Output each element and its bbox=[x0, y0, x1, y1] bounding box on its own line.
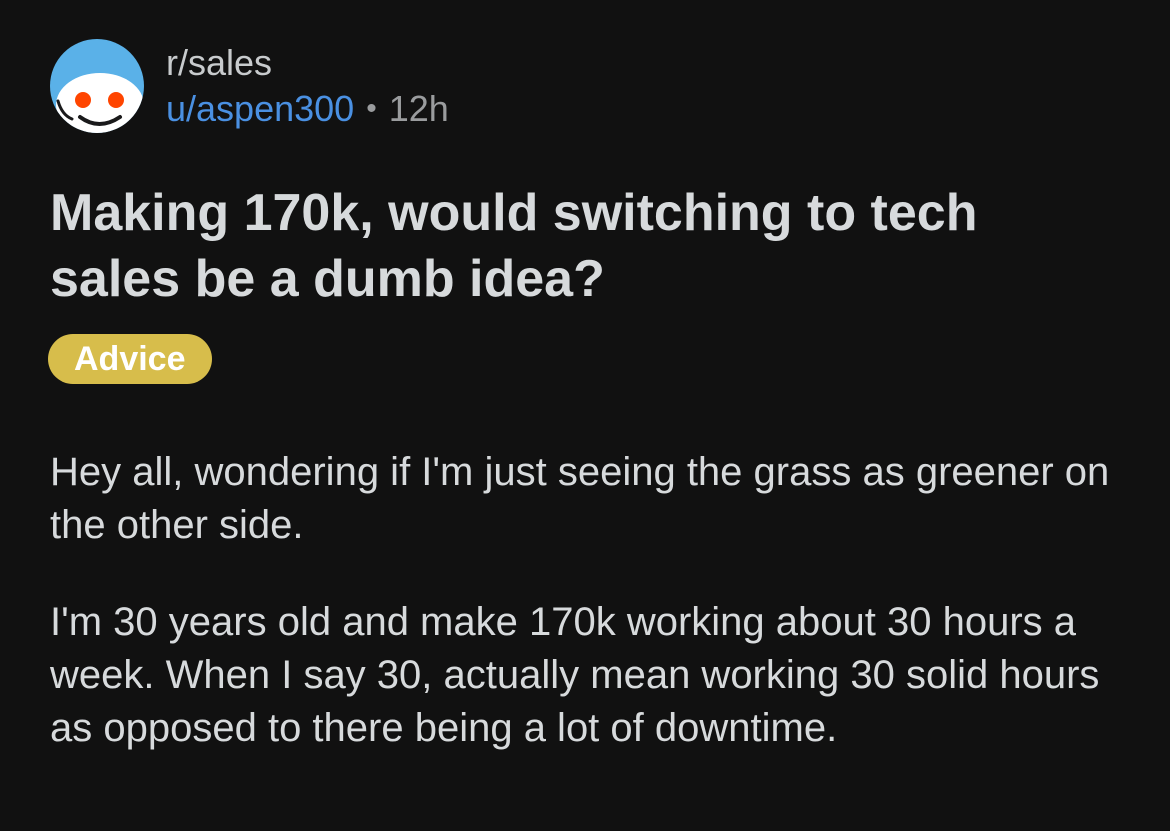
post-header: r/sales u/aspen300 • 12h bbox=[50, 38, 449, 134]
body-paragraph: Hey all, wondering if I'm just seeing th… bbox=[50, 450, 1110, 547]
flair-badge[interactable]: Advice bbox=[48, 334, 212, 384]
username-link[interactable]: u/aspen300 bbox=[166, 86, 354, 132]
post-title[interactable]: Making 170k, would switching to tech sal… bbox=[50, 180, 1110, 312]
reddit-snoo-avatar-icon[interactable] bbox=[50, 39, 144, 133]
post-card: r/sales u/aspen300 • 12h Making 170k, wo… bbox=[0, 0, 1170, 831]
post-body: Hey all, wondering if I'm just seeing th… bbox=[50, 446, 1130, 799]
post-meta: r/sales u/aspen300 • 12h bbox=[166, 40, 449, 132]
subreddit-link[interactable]: r/sales bbox=[166, 40, 449, 86]
byline: u/aspen300 • 12h bbox=[166, 86, 449, 132]
post-age: 12h bbox=[388, 88, 449, 129]
separator-dot: • bbox=[366, 92, 377, 125]
body-paragraph: I'm 30 years old and make 170k working a… bbox=[50, 600, 1100, 750]
